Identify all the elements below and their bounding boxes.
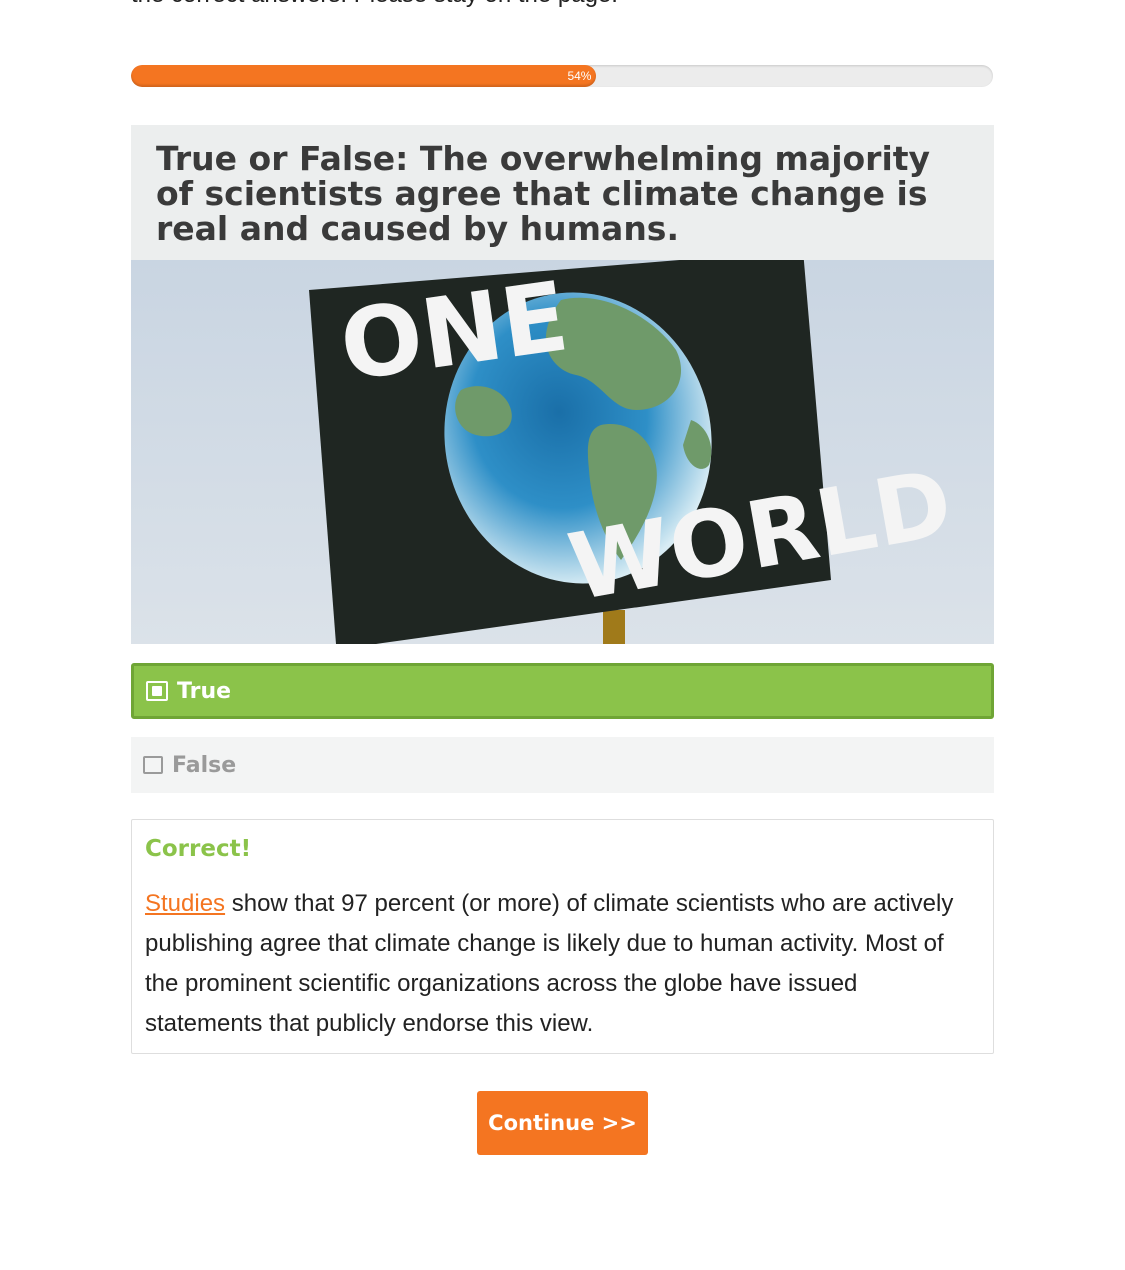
feedback-text: show that 97 percent (or more) of climat… — [145, 890, 954, 1037]
intro-text: the correct answers. Please stay on the … — [131, 0, 618, 10]
question-title: True or False: The overwhelming majority… — [156, 139, 931, 248]
question-image: ONE WORLD — [131, 260, 994, 644]
progress-bar: 54% — [131, 65, 993, 87]
answer-label: True — [177, 678, 232, 704]
checkbox-checked-icon — [146, 681, 168, 701]
answer-option-false[interactable]: False — [131, 737, 994, 793]
quiz-page: the correct answers. Please stay on the … — [0, 0, 1125, 1270]
answer-label: False — [172, 752, 237, 778]
checkbox-icon — [143, 756, 163, 774]
continue-button[interactable]: Continue >> — [477, 1091, 648, 1155]
answer-option-true[interactable]: True — [131, 663, 994, 719]
feedback-heading: Correct! — [145, 836, 252, 862]
studies-link[interactable]: Studies — [145, 890, 225, 917]
feedback-panel: Correct! Studies show that 97 percent (o… — [131, 819, 994, 1054]
feedback-body: Studies show that 97 percent (or more) o… — [145, 884, 980, 1044]
one-world-sign-illustration: ONE WORLD — [131, 260, 994, 644]
question-card: True or False: The overwhelming majority… — [131, 125, 994, 644]
progress-bar-fill: 54% — [131, 65, 597, 87]
progress-label: 54% — [567, 69, 592, 83]
